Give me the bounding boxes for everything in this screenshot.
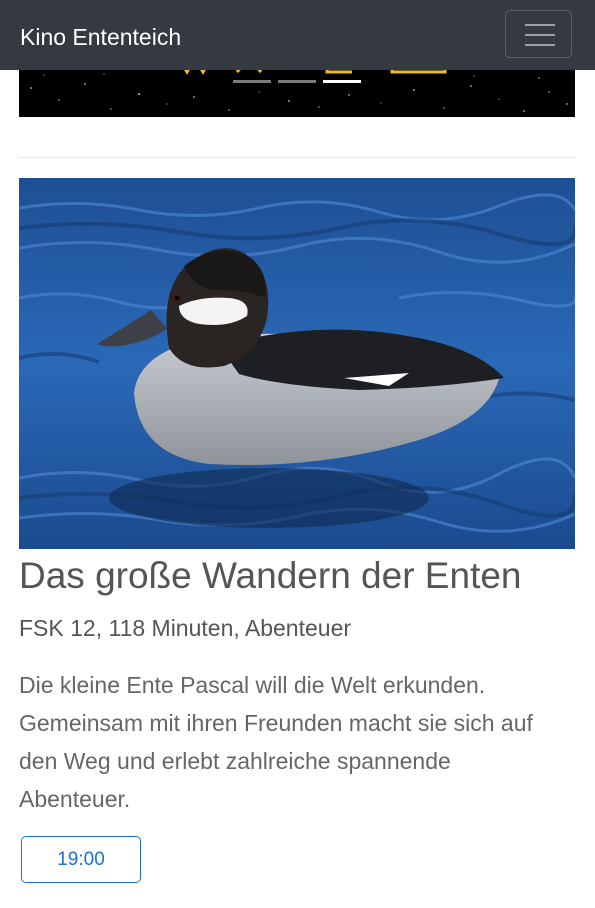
carousel-indicator-1[interactable] xyxy=(233,80,271,83)
carousel-indicator-3[interactable] xyxy=(323,80,361,83)
movie-description: Die kleine Ente Pascal will die Welt erk… xyxy=(19,672,533,812)
hamburger-line xyxy=(525,44,555,46)
movie-title: Das große Wandern der Enten xyxy=(19,555,522,596)
top-navbar: Kino Ententeich xyxy=(0,0,595,70)
section-divider xyxy=(19,157,575,158)
hamburger-menu-icon xyxy=(525,24,555,26)
showtime-button[interactable]: 19:00 xyxy=(21,836,141,883)
movie-poster-image xyxy=(19,178,575,549)
hamburger-line xyxy=(525,34,555,36)
navbar-brand[interactable]: Kino Ententeich xyxy=(20,22,181,52)
carousel-indicator-2[interactable] xyxy=(278,80,316,83)
navbar-toggler-button[interactable] xyxy=(505,10,572,58)
movie-meta: FSK 12, 118 Minuten, Abenteuer xyxy=(19,615,352,641)
